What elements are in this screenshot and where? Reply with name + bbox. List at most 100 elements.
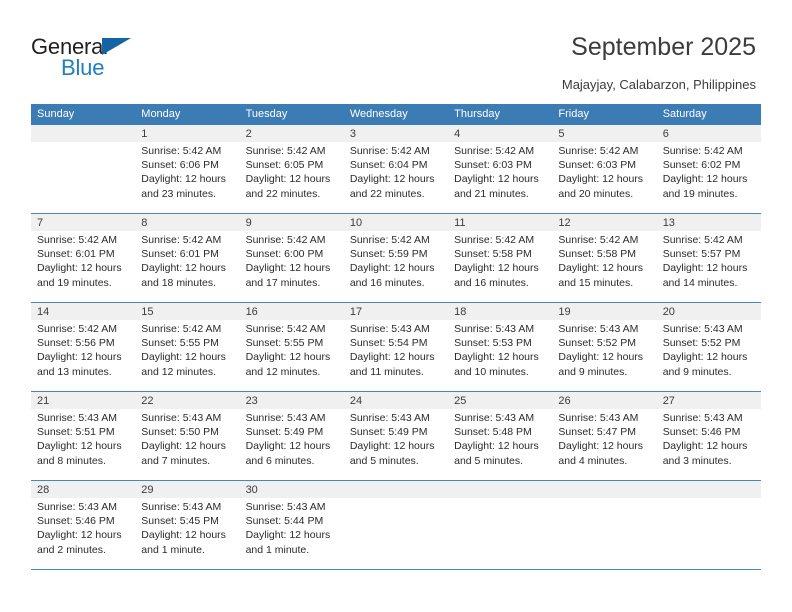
day-info-line: Daylight: 12 hours <box>141 529 226 542</box>
day-number-row: 7 8 9 10 11 12 13 <box>31 214 761 231</box>
day-cell-15[interactable]: Sunrise: 5:42 AM Sunset: 5:55 PM Daylight:… <box>135 320 239 391</box>
day-info-line: Sunset: 5:57 PM <box>662 248 741 261</box>
day-number-23[interactable]: 23 <box>240 392 344 409</box>
day-info-line: Sunset: 5:52 PM <box>662 337 741 350</box>
day-cell-13[interactable]: Sunrise: 5:42 AM Sunset: 5:57 PM Daylight:… <box>657 231 761 302</box>
day-cell-4[interactable]: Sunrise: 5:42 AM Sunset: 6:03 PM Daylight:… <box>448 142 552 213</box>
day-number-5[interactable]: 5 <box>552 125 656 142</box>
logo-text-blue: Blue <box>61 55 105 80</box>
day-number-18[interactable]: 18 <box>448 303 552 320</box>
day-info-line: and 23 minutes. <box>141 187 216 200</box>
weekday-header-monday: Monday <box>141 108 181 120</box>
day-number-1[interactable]: 1 <box>135 125 239 142</box>
day-number-4[interactable]: 4 <box>448 125 552 142</box>
weekday-header-wednesday: Wednesday <box>349 108 408 120</box>
day-cell-3[interactable]: Sunrise: 5:42 AM Sunset: 6:04 PM Daylight:… <box>344 142 448 213</box>
day-detail-row: Sunrise: 5:42 AM Sunset: 5:56 PM Daylight:… <box>31 320 761 391</box>
day-info-line: Sunrise: 5:42 AM <box>662 234 743 246</box>
day-cell-6[interactable]: Sunrise: 5:42 AM Sunset: 6:02 PM Daylight:… <box>657 142 761 213</box>
day-number-21[interactable]: 21 <box>31 392 135 409</box>
day-number-28[interactable]: 28 <box>31 481 135 498</box>
day-number-16[interactable]: 16 <box>240 303 344 320</box>
day-cell-12[interactable]: Sunrise: 5:42 AM Sunset: 5:58 PM Daylight:… <box>552 231 656 302</box>
day-number-14[interactable]: 14 <box>31 303 135 320</box>
day-number-19[interactable]: 19 <box>552 303 656 320</box>
calendar-week-row: 7 8 9 10 11 12 13 Sunrise: 5:42 AM Sunset: 6:01 … <box>31 214 761 303</box>
day-cell-25[interactable]: Sunrise: 5:43 AM Sunset: 5:48 PM Daylight:… <box>448 409 552 480</box>
day-number-10[interactable]: 10 <box>344 214 448 231</box>
day-cell-28[interactable]: Sunrise: 5:43 AM Sunset: 5:46 PM Daylight:… <box>31 498 135 569</box>
day-info-line: Sunset: 5:55 PM <box>141 337 219 350</box>
day-number-20[interactable]: 20 <box>657 303 761 320</box>
day-cell-27[interactable]: Sunrise: 5:43 AM Sunset: 5:46 PM Daylight:… <box>657 409 761 480</box>
day-detail-row: Sunrise: 5:43 AM Sunset: 5:46 PM Daylight:… <box>31 498 761 569</box>
day-number-30[interactable]: 30 <box>240 481 344 498</box>
day-number-26[interactable]: 26 <box>552 392 656 409</box>
day-info-line: Sunset: 5:49 PM <box>349 426 428 439</box>
day-number-24[interactable]: 24 <box>344 392 448 409</box>
day-number-8[interactable]: 8 <box>135 214 239 231</box>
day-number-2[interactable]: 2 <box>240 125 344 142</box>
day-cell-19[interactable]: Sunrise: 5:43 AM Sunset: 5:52 PM Daylight:… <box>552 320 656 391</box>
day-info-line: Daylight: 12 hours <box>558 173 644 186</box>
day-number-25[interactable]: 25 <box>448 392 552 409</box>
day-cell-30[interactable]: Sunrise: 5:43 AM Sunset: 5:44 PM Daylight:… <box>240 498 344 569</box>
day-info-line: and 22 minutes. <box>245 187 321 200</box>
day-cell-2[interactable]: Sunrise: 5:42 AM Sunset: 6:05 PM Daylight:… <box>240 142 344 213</box>
calendar-week-row: 28 29 30 Sunrise: 5:43 AM Sunset: 5:46 PM Day… <box>31 481 761 570</box>
day-info-line: and 16 minutes. <box>349 276 425 289</box>
day-info-line: Daylight: 12 hours <box>662 173 748 186</box>
day-cell-7[interactable]: Sunrise: 5:42 AM Sunset: 6:01 PM Daylight:… <box>31 231 135 302</box>
day-cell-14[interactable]: Sunrise: 5:42 AM Sunset: 5:56 PM Daylight:… <box>31 320 135 391</box>
day-cell-1[interactable]: Sunrise: 5:42 AM Sunset: 6:06 PM Daylight:… <box>135 142 239 213</box>
day-cell-5[interactable]: Sunrise: 5:42 AM Sunset: 6:03 PM Daylight:… <box>552 142 656 213</box>
day-number-12[interactable]: 12 <box>552 214 656 231</box>
day-number-7[interactable]: 7 <box>31 214 135 231</box>
day-number-22[interactable]: 22 <box>135 392 239 409</box>
day-cell-16[interactable]: Sunrise: 5:42 AM Sunset: 5:55 PM Daylight:… <box>240 320 344 391</box>
day-info-line: Sunset: 6:06 PM <box>141 159 219 172</box>
day-cell-empty <box>448 498 552 569</box>
day-info-line: and 16 minutes. <box>454 276 529 289</box>
day-number-11[interactable]: 11 <box>448 214 552 231</box>
day-info-line: Sunset: 5:49 PM <box>245 426 324 439</box>
day-number-3[interactable]: 3 <box>344 125 448 142</box>
day-number-empty <box>657 481 761 498</box>
day-cell-20[interactable]: Sunrise: 5:43 AM Sunset: 5:52 PM Daylight:… <box>657 320 761 391</box>
day-info-line: Daylight: 12 hours <box>349 262 435 275</box>
day-info-line: Sunset: 5:44 PM <box>245 515 324 528</box>
day-info-line: Sunrise: 5:43 AM <box>662 412 743 424</box>
day-cell-23[interactable]: Sunrise: 5:43 AM Sunset: 5:49 PM Daylight:… <box>240 409 344 480</box>
day-number-29[interactable]: 29 <box>135 481 239 498</box>
day-info-line: Daylight: 12 hours <box>141 351 226 364</box>
day-cell-29[interactable]: Sunrise: 5:43 AM Sunset: 5:45 PM Daylight:… <box>135 498 239 569</box>
day-number-15[interactable]: 15 <box>135 303 239 320</box>
day-cell-18[interactable]: Sunrise: 5:43 AM Sunset: 5:53 PM Daylight:… <box>448 320 552 391</box>
day-number-row: 14 15 16 17 18 19 20 <box>31 303 761 320</box>
day-number-9[interactable]: 9 <box>240 214 344 231</box>
day-cell-10[interactable]: Sunrise: 5:42 AM Sunset: 5:59 PM Daylight:… <box>344 231 448 302</box>
day-number-6[interactable]: 6 <box>657 125 761 142</box>
day-cell-8[interactable]: Sunrise: 5:42 AM Sunset: 6:01 PM Daylight:… <box>135 231 239 302</box>
general-blue-logo[interactable]: General Blue <box>31 34 161 82</box>
weekday-header-row: Sunday Monday Tuesday Wednesday Thursday Frid… <box>31 104 761 125</box>
day-info-line: and 5 minutes. <box>349 454 419 467</box>
day-number-17[interactable]: 17 <box>344 303 448 320</box>
day-info-line: Sunrise: 5:43 AM <box>454 323 535 335</box>
day-cell-26[interactable]: Sunrise: 5:43 AM Sunset: 5:47 PM Daylight:… <box>552 409 656 480</box>
day-cell-17[interactable]: Sunrise: 5:43 AM Sunset: 5:54 PM Daylight:… <box>344 320 448 391</box>
day-cell-empty <box>552 498 656 569</box>
day-cell-9[interactable]: Sunrise: 5:42 AM Sunset: 6:00 PM Daylight:… <box>240 231 344 302</box>
day-info-line: Sunrise: 5:43 AM <box>141 501 222 513</box>
day-info-line: Sunset: 6:03 PM <box>454 159 532 172</box>
day-cell-11[interactable]: Sunrise: 5:42 AM Sunset: 5:58 PM Daylight:… <box>448 231 552 302</box>
day-number-27[interactable]: 27 <box>657 392 761 409</box>
day-cell-24[interactable]: Sunrise: 5:43 AM Sunset: 5:49 PM Daylight:… <box>344 409 448 480</box>
day-cell-22[interactable]: Sunrise: 5:43 AM Sunset: 5:50 PM Daylight:… <box>135 409 239 480</box>
day-info-line: Sunrise: 5:42 AM <box>37 323 117 335</box>
day-info-line: and 8 minutes. <box>37 454 106 467</box>
day-cell-21[interactable]: Sunrise: 5:43 AM Sunset: 5:51 PM Daylight:… <box>31 409 135 480</box>
day-number-13[interactable]: 13 <box>657 214 761 231</box>
calendar-grid: Sunday Monday Tuesday Wednesday Thursday Frid… <box>31 104 761 570</box>
day-info-line: Daylight: 12 hours <box>349 440 435 453</box>
